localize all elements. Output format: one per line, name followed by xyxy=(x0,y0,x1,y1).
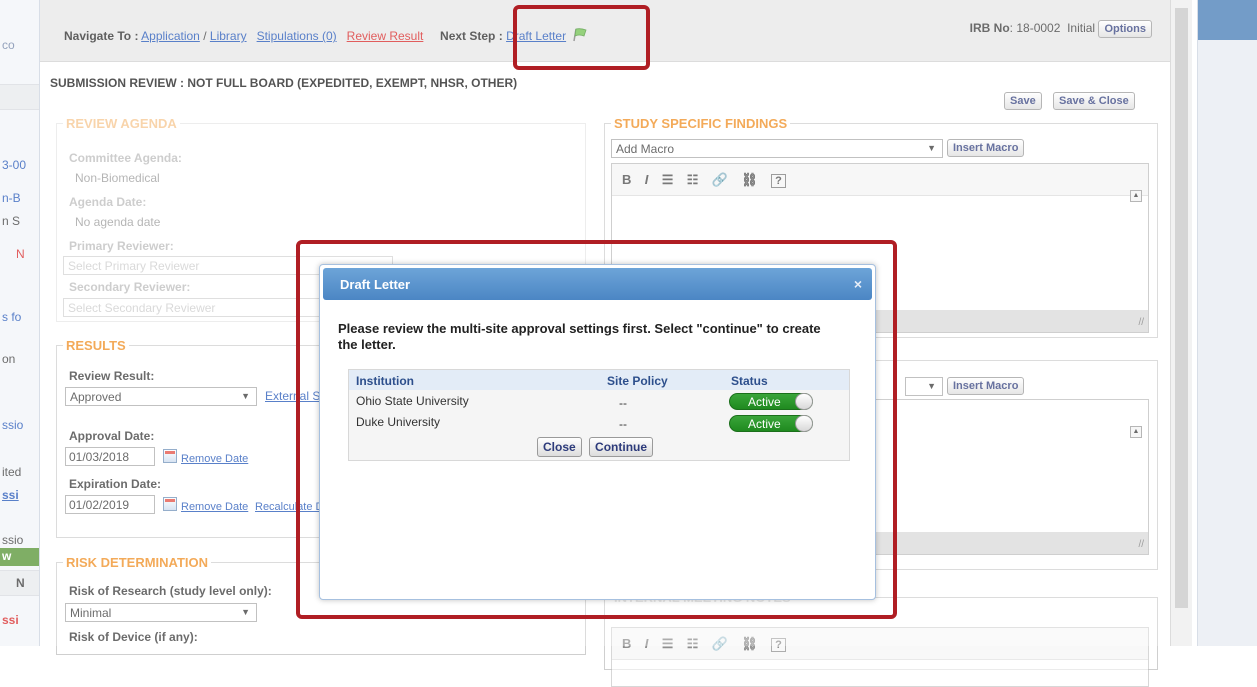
toggle-knob xyxy=(795,393,813,410)
dialog-title-bar: Draft Letter × xyxy=(323,268,872,300)
status-toggle[interactable]: Active xyxy=(729,415,813,432)
dialog-buttons: Close Continue xyxy=(537,437,657,457)
continue-button[interactable]: Continue xyxy=(589,437,654,457)
policy-cell: -- xyxy=(619,417,627,431)
toggle-knob xyxy=(795,415,813,432)
column-site-policy: Site Policy xyxy=(607,374,668,388)
table-header: Institution Site Policy Status xyxy=(349,370,849,390)
dialog-title: Draft Letter xyxy=(340,277,411,292)
institution-cell: Duke University xyxy=(356,415,441,429)
close-icon[interactable]: × xyxy=(854,276,862,292)
policy-cell: -- xyxy=(619,396,627,410)
dialog-message: Please review the multi-site approval se… xyxy=(338,321,821,352)
close-button[interactable]: Close xyxy=(537,437,582,457)
status-toggle[interactable]: Active xyxy=(729,393,813,410)
status-label: Active xyxy=(748,395,781,409)
column-status: Status xyxy=(731,374,768,388)
column-institution: Institution xyxy=(356,374,414,388)
institution-cell: Ohio State University xyxy=(356,394,469,408)
draft-letter-dialog: Draft Letter × Please review the multi-s… xyxy=(319,264,876,600)
status-label: Active xyxy=(748,417,781,431)
